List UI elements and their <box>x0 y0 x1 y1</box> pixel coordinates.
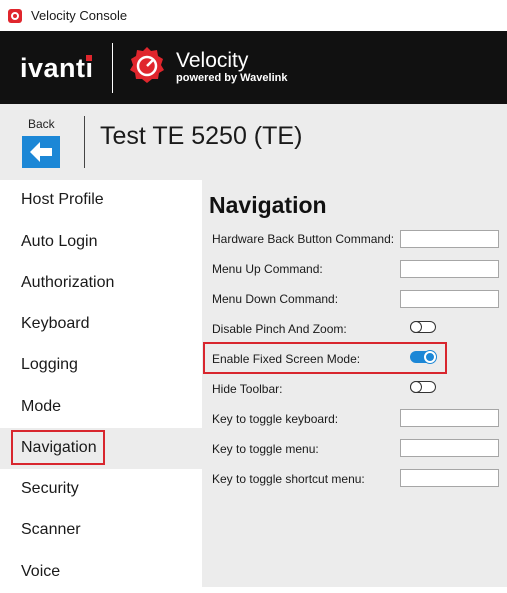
arrow-left-icon <box>30 142 52 162</box>
window-title: Velocity Console <box>31 8 128 23</box>
menu-down-command-field[interactable] <box>400 290 499 308</box>
sidebar-item-host-profile[interactable]: Host Profile <box>0 180 202 221</box>
key-toggle-keyboard-label: Key to toggle keyboard: <box>212 412 339 426</box>
toggle-knob <box>410 321 422 333</box>
disable-pinch-zoom-toggle[interactable] <box>410 321 436 333</box>
menu-up-command-field[interactable] <box>400 260 499 278</box>
sidebar-item-auto-login[interactable]: Auto Login <box>0 222 202 263</box>
product-tagline: powered by Wavelink <box>176 72 288 84</box>
sidebar-item-mode[interactable]: Mode <box>0 387 202 428</box>
toggle-knob <box>410 381 422 393</box>
sidebar-item-label: Security <box>21 480 79 497</box>
sidebar-item-label: Mode <box>21 398 62 415</box>
ivanti-logo-mark <box>86 55 92 61</box>
disable-pinch-zoom-label: Disable Pinch And Zoom: <box>212 322 347 336</box>
sidebar-item-logging[interactable]: Logging <box>0 345 202 386</box>
key-toggle-keyboard-field[interactable] <box>400 409 499 427</box>
hardware-back-button-command-field[interactable] <box>400 230 499 248</box>
sidebar-item-authorization[interactable]: Authorization <box>0 263 202 304</box>
key-toggle-menu-label: Key to toggle menu: <box>212 442 319 456</box>
sidebar-item-label: Authorization <box>21 274 115 291</box>
sidebar-item-security[interactable]: Security <box>0 469 202 510</box>
product-name: Velocity <box>176 49 249 72</box>
header-divider <box>84 116 85 168</box>
menu-up-command-label: Menu Up Command: <box>212 262 323 276</box>
sidebar-item-label: Auto Login <box>21 233 98 250</box>
ivanti-logo: ivanti <box>20 53 94 83</box>
velocity-logo-icon <box>130 47 164 83</box>
menu-down-command-label: Menu Down Command: <box>212 292 339 306</box>
sidebar-item-label: Scanner <box>21 521 81 538</box>
back-button[interactable] <box>22 136 60 168</box>
sidebar-item-label: Keyboard <box>21 315 90 332</box>
sidebar-item-label: Host Profile <box>21 191 104 208</box>
sidebar-item-scanner[interactable]: Scanner <box>0 510 202 551</box>
highlight-navigation <box>11 430 105 465</box>
banner-divider <box>112 43 113 93</box>
sidebar-item-keyboard[interactable]: Keyboard <box>0 304 202 345</box>
back-label: Back <box>28 117 55 131</box>
key-toggle-menu-field[interactable] <box>400 439 499 457</box>
sidebar-item-label: Logging <box>21 356 78 373</box>
hardware-back-button-command-label: Hardware Back Button Command: <box>212 232 395 246</box>
velocity-app-icon <box>8 8 22 23</box>
highlight-fixed-screen-mode <box>203 342 447 374</box>
hide-toolbar-label: Hide Toolbar: <box>212 382 283 396</box>
sidebar-item-label: Voice <box>21 563 61 580</box>
key-toggle-shortcut-menu-field[interactable] <box>400 469 499 487</box>
page-title: Test TE 5250 (TE) <box>100 122 303 150</box>
window-titlebar: Velocity Console <box>0 0 507 31</box>
section-title: Navigation <box>209 192 327 218</box>
hide-toolbar-toggle[interactable] <box>410 381 436 393</box>
key-toggle-shortcut-menu-label: Key to toggle shortcut menu: <box>212 472 365 486</box>
settings-sidebar: Host Profile Auto Login Authorization Ke… <box>0 180 202 587</box>
